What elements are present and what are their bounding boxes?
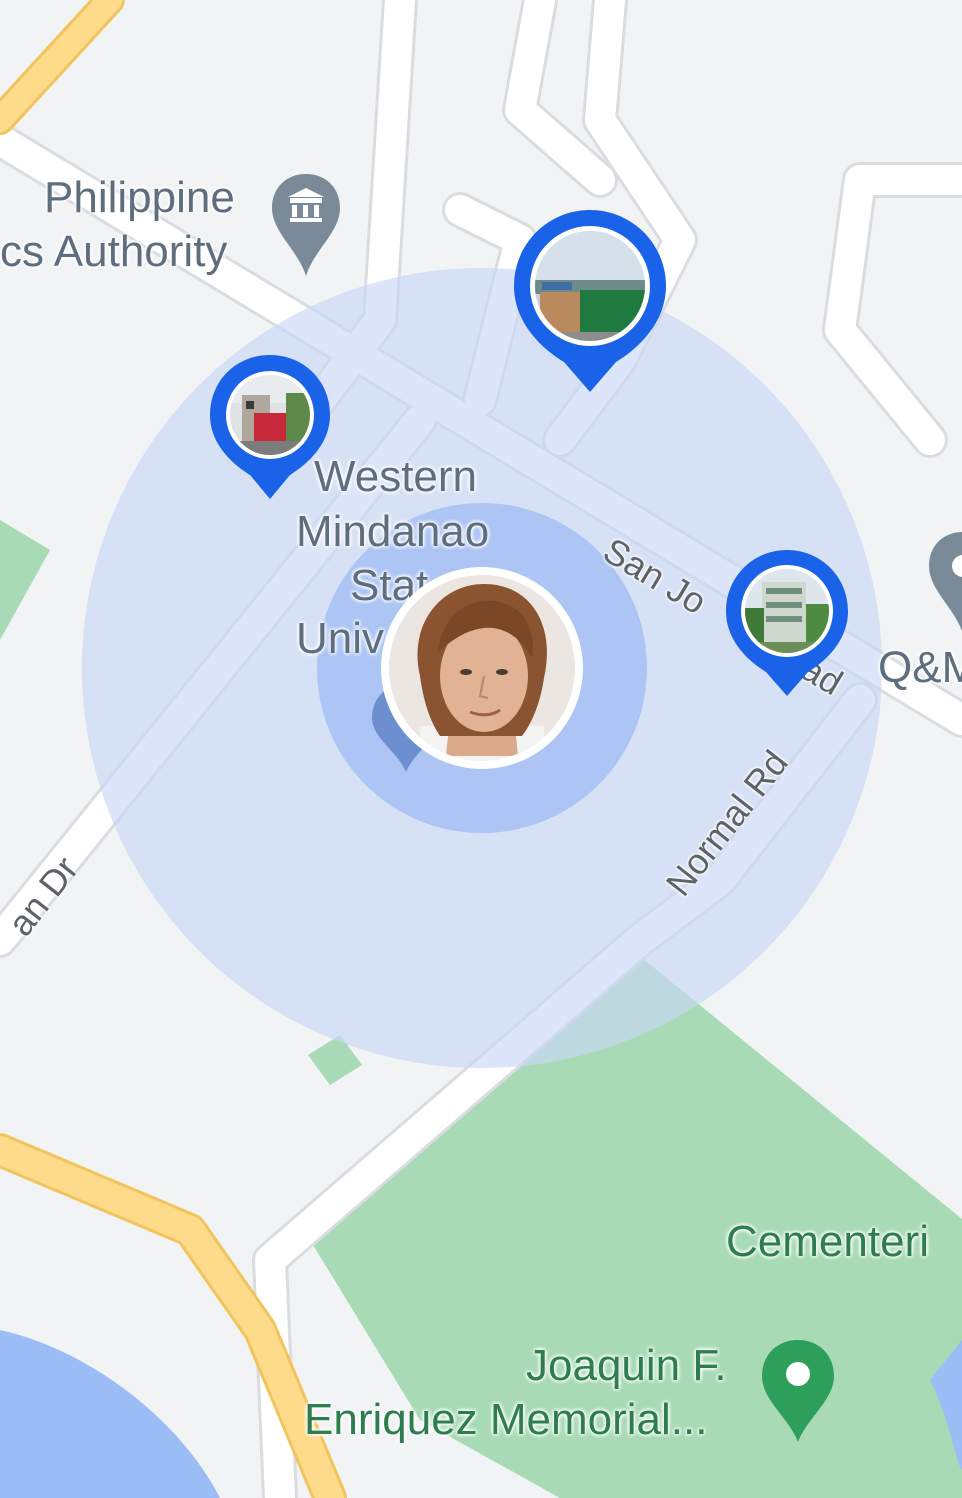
label-qm: Q&M bbox=[878, 643, 962, 692]
cemetery-pin-icon[interactable] bbox=[758, 1336, 838, 1446]
label-wmsu-2: Mindanao bbox=[296, 507, 490, 556]
label-authority: cs Authority bbox=[0, 227, 228, 276]
label-philippine: Philippine bbox=[44, 173, 235, 222]
place-pin-icon[interactable] bbox=[925, 528, 962, 638]
photo-pin-top[interactable] bbox=[512, 208, 668, 396]
user-avatar-photo-icon bbox=[381, 567, 583, 769]
label-wmsu-1: Western bbox=[314, 452, 478, 501]
map-view[interactable]: Philippine cs Authority Western Mindanao… bbox=[0, 0, 962, 1498]
label-cementerio: Cementeri bbox=[726, 1217, 929, 1266]
label-joaquin-1: Joaquin F. bbox=[526, 1341, 727, 1390]
museum-pin-icon[interactable] bbox=[268, 170, 344, 280]
photo-pin-left[interactable] bbox=[208, 353, 332, 503]
user-location-avatar[interactable] bbox=[380, 566, 584, 775]
label-wmsu-4: Univ bbox=[296, 614, 385, 663]
label-joaquin-2: Enriquez Memorial... bbox=[304, 1395, 708, 1444]
photo-pin-right[interactable] bbox=[724, 548, 850, 700]
